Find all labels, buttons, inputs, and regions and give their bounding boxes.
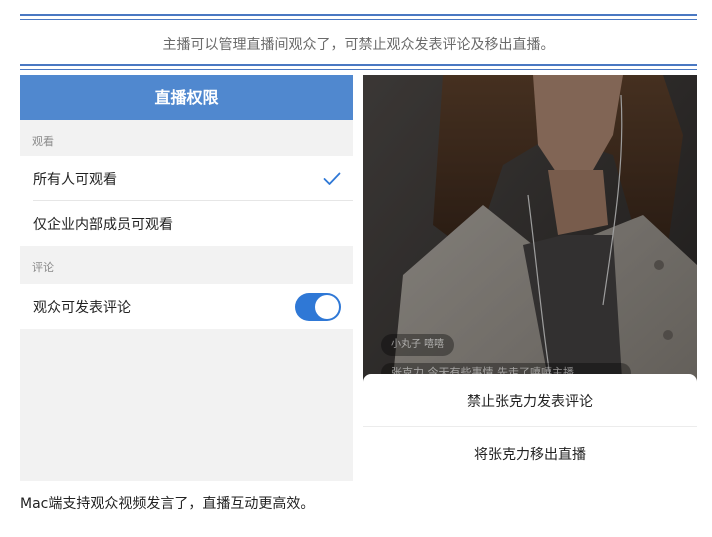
option-everyone-label: 所有人可观看 [33, 171, 117, 188]
chat-user-chip: 小丸子 嘻嘻 [381, 334, 455, 356]
remove-from-live-button[interactable]: 将张克力移出直播 [363, 427, 697, 480]
top-rule-2 [20, 19, 697, 20]
action-sheet: 禁止张克力发表评论 将张克力移出直播 [363, 374, 697, 481]
checkmark-icon [323, 172, 341, 185]
mid-rule-2 [20, 69, 697, 70]
option-internal-members-can-watch[interactable]: 仅企业内部成员可观看 [20, 201, 353, 246]
live-preview-screen: 小丸子 嘻嘻 张克力 今天有些事情 先走了嘻嘻主播 禁止张克力发表评论 将张克力… [363, 75, 697, 481]
audience-comment-label: 观众可发表评论 [33, 299, 131, 316]
watch-section-label: 观看 [32, 135, 54, 148]
permissions-title: 直播权限 [20, 75, 353, 120]
comment-section-label: 评论 [32, 261, 54, 274]
option-everyone-can-watch[interactable]: 所有人可观看 [20, 156, 353, 201]
caption-text: 主播可以管理直播间观众了，可禁止观众发表评论及移出直播。 [162, 37, 555, 53]
option-internal-label: 仅企业内部成员可观看 [33, 216, 173, 233]
ban-comment-button[interactable]: 禁止张克力发表评论 [363, 374, 697, 427]
permissions-screen: 直播权限 观看 所有人可观看 仅企业内部成员可观看 评论 观众可发表评论 [20, 75, 353, 481]
mid-rule-1 [20, 64, 697, 66]
toggle-knob [315, 294, 339, 319]
top-rule-1 [20, 14, 697, 16]
footer-text: Mac端支持观众视频发言了，直播互动更高效。 [20, 496, 315, 512]
audience-comment-toggle[interactable] [295, 292, 341, 321]
audience-comment-row: 观众可发表评论 [20, 284, 353, 329]
